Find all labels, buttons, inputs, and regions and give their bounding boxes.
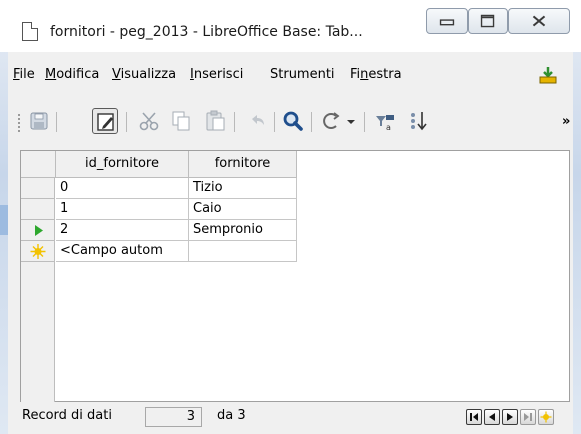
current-record-field[interactable]: 3: [145, 407, 202, 427]
toolbar-grip[interactable]: [18, 114, 21, 132]
row-header-new[interactable]: [21, 241, 55, 262]
new-row-autofield[interactable]: <Campo autom: [56, 241, 189, 262]
close-icon: [532, 15, 546, 27]
maximize-icon: [480, 14, 495, 28]
toolbar-separator: [126, 112, 127, 132]
menu-finestra[interactable]: Finestra: [350, 67, 402, 82]
menu-inserisci[interactable]: Inserisci: [190, 67, 243, 82]
first-record-button[interactable]: [466, 409, 482, 425]
next-record-button[interactable]: [502, 409, 518, 425]
edit-mode-icon[interactable]: [92, 108, 118, 134]
record-navigation-bar: Record di dati 3 da 3: [20, 405, 570, 429]
column-header-id-fornitore[interactable]: id_fornitore: [56, 151, 189, 178]
last-record-icon: [524, 413, 532, 421]
new-record-button[interactable]: [538, 409, 554, 425]
sort-ascending-icon[interactable]: [406, 108, 432, 134]
toolbar-separator: [311, 112, 312, 132]
column-header-fornitore[interactable]: fornitore: [189, 151, 297, 178]
standard-toolbar: a »: [8, 104, 573, 140]
window-title: fornitori - peg_2013 - LibreOffice Base:…: [50, 24, 363, 40]
current-row-arrow-icon: [35, 225, 43, 236]
corner-header[interactable]: [21, 151, 56, 178]
next-record-icon: [507, 413, 513, 421]
chevron-down-icon[interactable]: [344, 108, 358, 134]
copy-icon[interactable]: [168, 108, 194, 134]
save-icon[interactable]: [26, 108, 52, 134]
close-button[interactable]: [508, 8, 570, 34]
row-header-empty-area: [21, 262, 55, 402]
menu-strumenti[interactable]: Strumenti: [270, 67, 335, 82]
minimize-icon: [439, 19, 455, 26]
new-record-icon: [540, 411, 552, 423]
table-cell-id[interactable]: 1: [56, 199, 189, 220]
new-row-fornitore-cell[interactable]: [189, 241, 297, 262]
window-frame-accent: [0, 205, 8, 235]
previous-record-button[interactable]: [484, 409, 500, 425]
toolbar-separator: [234, 112, 235, 132]
sort-icon[interactable]: [318, 108, 344, 134]
table-cell-id[interactable]: 0: [56, 178, 189, 199]
menu-file[interactable]: File: [13, 67, 35, 82]
table-cell-fornitore[interactable]: Sempronio: [189, 220, 297, 241]
row-header[interactable]: [21, 178, 55, 199]
menu-visualizza[interactable]: Visualizza: [112, 67, 176, 82]
previous-record-icon: [489, 413, 495, 421]
undo-icon[interactable]: [244, 108, 270, 134]
download-update-icon[interactable]: [538, 66, 558, 84]
title-bar[interactable]: fornitori - peg_2013 - LibreOffice Base:…: [0, 0, 581, 52]
menu-modifica[interactable]: Modifica: [45, 67, 99, 82]
row-header[interactable]: [21, 199, 55, 220]
toolbar-overflow-icon[interactable]: »: [562, 114, 570, 129]
maximize-button[interactable]: [468, 8, 508, 34]
find-icon[interactable]: [280, 108, 306, 134]
data-table[interactable]: id_fornitore fornitore 0 Tizio 1 Caio 2 …: [20, 150, 570, 402]
toolbar-separator: [364, 112, 365, 132]
cut-icon[interactable]: [136, 108, 162, 134]
row-header-current[interactable]: [21, 220, 55, 241]
window-frame-right: [573, 0, 581, 434]
autofilter-icon[interactable]: a: [372, 108, 398, 134]
table-cell-id[interactable]: 2: [56, 220, 189, 241]
last-record-button[interactable]: [520, 409, 536, 425]
toolbar-separator: [274, 112, 275, 132]
app-window: fornitori - peg_2013 - LibreOffice Base:…: [0, 0, 581, 434]
record-label: Record di dati: [22, 408, 112, 423]
record-total: da 3: [217, 408, 246, 423]
first-record-icon: [470, 413, 478, 421]
svg-text:a: a: [386, 123, 391, 132]
menu-bar: File Modifica Visualizza Inserisci Strum…: [8, 62, 573, 88]
table-cell-fornitore[interactable]: Caio: [189, 199, 297, 220]
paste-icon[interactable]: [202, 108, 228, 134]
toolbar-separator: [56, 112, 57, 132]
table-cell-fornitore[interactable]: Tizio: [189, 178, 297, 199]
document-icon: [22, 22, 38, 41]
minimize-button[interactable]: [426, 8, 468, 34]
new-row-star-icon: [30, 244, 46, 259]
